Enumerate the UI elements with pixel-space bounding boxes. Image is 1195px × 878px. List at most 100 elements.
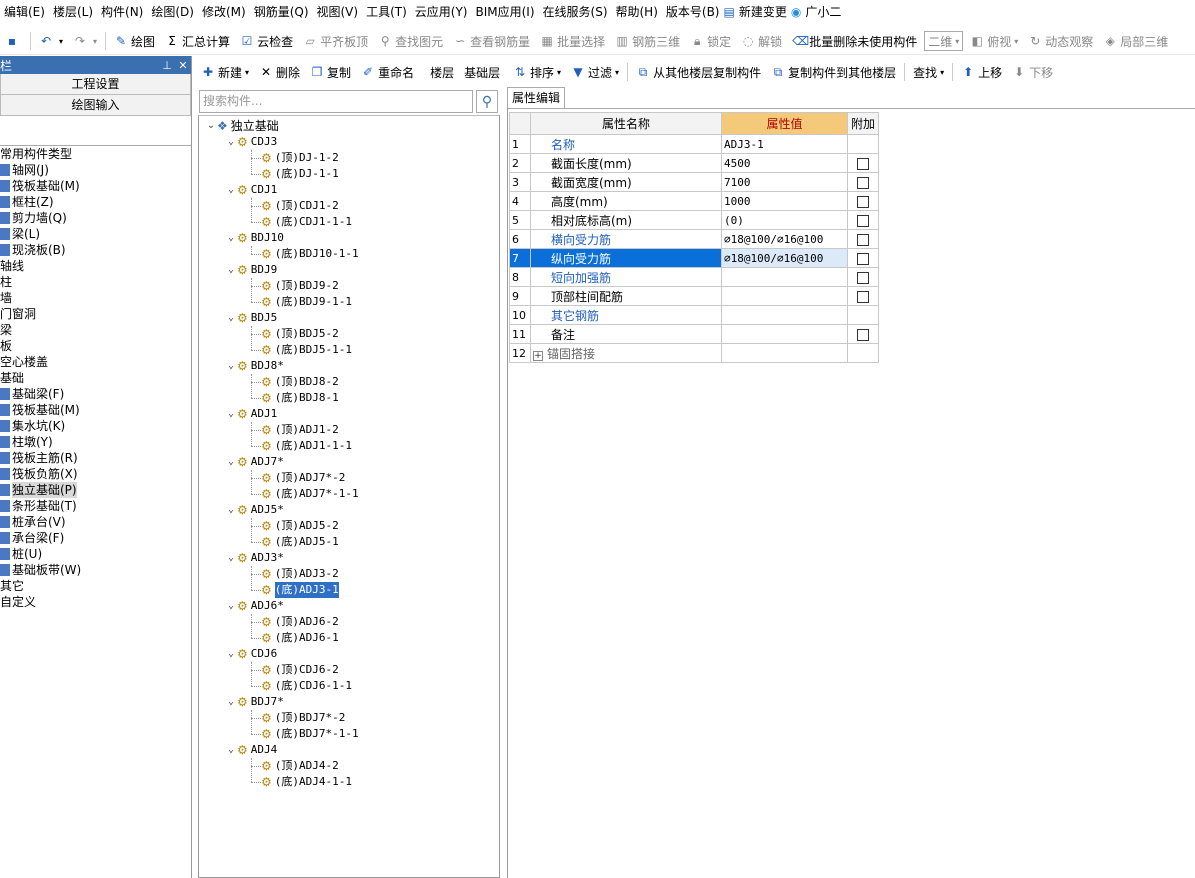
menu-item[interactable]: 楼层(L) [49, 0, 97, 24]
prop-value-cell[interactable]: 7100 [721, 172, 848, 192]
property-row[interactable]: 8 短向加强筋 [509, 267, 879, 287]
delete-button[interactable]: ✕ 删除 [254, 60, 305, 84]
prop-name-cell[interactable]: 其它钢筋 [530, 305, 722, 325]
chevron-down-icon[interactable]: ⌄ [225, 262, 237, 278]
property-row[interactable]: 1 名称 ADJ3-1 [509, 134, 879, 154]
prop-value-cell[interactable] [721, 286, 848, 306]
prop-name-cell[interactable]: 横向受力筋 [530, 229, 722, 249]
pin-icon[interactable]: ⊥ [159, 59, 175, 72]
prop-name-cell[interactable]: + 锚固搭接 [530, 343, 722, 363]
prop-value-cell[interactable] [721, 324, 848, 344]
property-row[interactable]: 9 顶部柱间配筋 [509, 286, 879, 306]
expand-icon[interactable]: + [533, 350, 543, 361]
prop-value-cell[interactable]: 4500 [721, 153, 848, 173]
tree-group[interactable]: ⌄ ⚙ CDJ3 [225, 134, 277, 150]
extra-checkbox[interactable] [857, 328, 869, 341]
property-row[interactable]: 2 截面长度(mm) 4500 [509, 153, 879, 173]
module-tree-item[interactable]: 独立基础(P) [0, 482, 190, 498]
tree-leaf[interactable]: ⚙ (底)DJ-1-1 [261, 166, 339, 182]
tree-group[interactable]: ⌄ ⚙ BDJ7* [225, 694, 284, 710]
chevron-down-icon[interactable]: ⌄ [205, 118, 217, 134]
menu-item[interactable]: 视图(V) [313, 0, 363, 24]
tree-leaf[interactable]: ⚙ (底)BDJ9-1-1 [261, 294, 352, 310]
module-tree-item[interactable]: 框柱(Z) [0, 194, 190, 210]
new-button[interactable]: ✚ 新建 ▾ [196, 60, 254, 84]
module-tree-item[interactable]: 柱墩(Y) [0, 434, 190, 450]
batch-delete-button[interactable]: ⌫ 批量删除未使用构件 [787, 29, 922, 53]
sort-button[interactable]: ⇅ 排序 ▾ [508, 60, 566, 84]
copy-from-floor-button[interactable]: ⧉ 从其他楼层复制构件 [631, 60, 766, 84]
tree-leaf[interactable]: ⚙ (顶)ADJ4-2 [261, 758, 339, 774]
local-3d-button[interactable]: ◈ 局部三维 [1098, 29, 1173, 53]
copy-to-floor-button[interactable]: ⧉ 复制构件到其他楼层 [766, 60, 901, 84]
module-tree-item[interactable]: 轴线 [0, 258, 190, 274]
property-row[interactable]: 12 + 锚固搭接 [509, 343, 879, 363]
tree-leaf[interactable]: ⚙ (底)BDJ5-1-1 [261, 342, 352, 358]
chevron-down-icon[interactable]: ⌄ [225, 454, 237, 470]
prop-value-cell[interactable]: (0) [721, 210, 848, 230]
module-tree-item[interactable]: 墙 [0, 290, 190, 306]
tree-group[interactable]: ⌄ ⚙ BDJ5 [225, 310, 277, 326]
tree-leaf[interactable]: ⚙ (底)ADJ3-1 [261, 582, 339, 598]
menu-item[interactable]: 构件(N) [97, 0, 147, 24]
copy-button[interactable]: ❐ 复制 [305, 60, 356, 84]
flat-board-button[interactable]: ▱ 平齐板顶 [298, 29, 373, 53]
menu-item[interactable]: 编辑(E) [0, 0, 49, 24]
find-elem-button[interactable]: ⚲ 查找图元 [373, 29, 448, 53]
chevron-down-icon[interactable]: ⌄ [225, 182, 237, 198]
tree-leaf[interactable]: ⚙ (顶)ADJ3-2 [261, 566, 339, 582]
tree-group[interactable]: ⌄ ⚙ BDJ9 [225, 262, 277, 278]
chevron-down-icon[interactable]: ⌄ [225, 134, 237, 150]
tree-group[interactable]: ⌄ ⚙ ADJ4 [225, 742, 277, 758]
chevron-down-icon[interactable]: ⌄ [225, 550, 237, 566]
extra-checkbox[interactable] [857, 195, 869, 208]
rebar-3d-button[interactable]: ▥ 钢筋三维 [610, 29, 685, 53]
module-tree-item[interactable]: 承台梁(F) [0, 530, 190, 546]
property-row[interactable]: 5 相对底标高(m) (0) [509, 210, 879, 230]
module-tree-item[interactable]: 空心楼盖 [0, 354, 190, 370]
tree-leaf[interactable]: ⚙ (底)ADJ7*-1-1 [261, 486, 359, 502]
property-row[interactable]: 11 备注 [509, 324, 879, 344]
chevron-down-icon[interactable]: ⌄ [225, 742, 237, 758]
tree-leaf[interactable]: ⚙ (底)ADJ4-1-1 [261, 774, 352, 790]
property-row[interactable]: 3 截面宽度(mm) 7100 [509, 172, 879, 192]
tree-leaf[interactable]: ⚙ (底)CDJ1-1-1 [261, 214, 352, 230]
module-tree-item[interactable]: 桩(U) [0, 546, 190, 562]
module-tree-item[interactable]: 板 [0, 338, 190, 354]
menu-item[interactable]: 帮助(H) [612, 0, 662, 24]
chevron-down-icon[interactable]: ⌄ [225, 694, 237, 710]
tree-group[interactable]: ⌄ ⚙ ADJ1 [225, 406, 277, 422]
tree-leaf[interactable]: ⚙ (顶)BDJ8-2 [261, 374, 339, 390]
project-settings-button[interactable]: 工程设置 [0, 74, 191, 95]
draw-button[interactable]: ✎ 绘图 [109, 29, 160, 53]
tree-group[interactable]: ⌄ ⚙ CDJ1 [225, 182, 277, 198]
undo-button[interactable]: ↶ ▾ [34, 29, 68, 53]
module-tree-item[interactable]: 条形基础(T) [0, 498, 190, 514]
tree-leaf[interactable]: ⚙ (顶)BDJ5-2 [261, 326, 339, 342]
module-tree-item[interactable]: 轴网(J) [0, 162, 190, 178]
unlock-button[interactable]: ◌ 解锁 [736, 29, 787, 53]
prop-name-cell[interactable]: 短向加强筋 [530, 267, 722, 287]
prop-name-cell[interactable]: 截面长度(mm) [530, 153, 722, 173]
module-tree-item[interactable]: 门窗洞 [0, 306, 190, 322]
tree-leaf[interactable]: ⚙ (顶)BDJ7*-2 [261, 710, 345, 726]
property-row[interactable]: 4 高度(mm) 1000 [509, 191, 879, 211]
module-tree-item[interactable]: 柱 [0, 274, 190, 290]
lock-button[interactable]: 🔒︎ 锁定 [685, 29, 736, 53]
move-down-button[interactable]: ⬇ 下移 [1007, 60, 1058, 84]
tree-leaf[interactable]: ⚙ (底)BDJ10-1-1 [261, 246, 359, 262]
prop-value-cell[interactable] [721, 305, 848, 325]
property-row[interactable]: 6 横向受力筋 ⌀18@100/⌀16@100 [509, 229, 879, 249]
prop-name-cell[interactable]: 纵向受力筋 [530, 248, 722, 268]
module-tree-item[interactable]: 自定义 [0, 594, 190, 610]
tree-group[interactable]: ⌄ ⚙ BDJ10 [225, 230, 284, 246]
prop-extra-header[interactable]: 附加 [847, 112, 879, 135]
tree-leaf[interactable]: ⚙ (顶)ADJ1-2 [261, 422, 339, 438]
menu-item[interactable]: 在线服务(S) [539, 0, 612, 24]
module-tree-item[interactable]: 其它 [0, 578, 190, 594]
extra-checkbox[interactable] [857, 176, 869, 189]
module-tree-item[interactable]: 常用构件类型 [0, 146, 190, 162]
prop-name-cell[interactable]: 备注 [530, 324, 722, 344]
tree-root[interactable]: ⌄ ❖ 独立基础 [205, 118, 279, 134]
search-icon[interactable]: ⚲ [476, 90, 498, 113]
